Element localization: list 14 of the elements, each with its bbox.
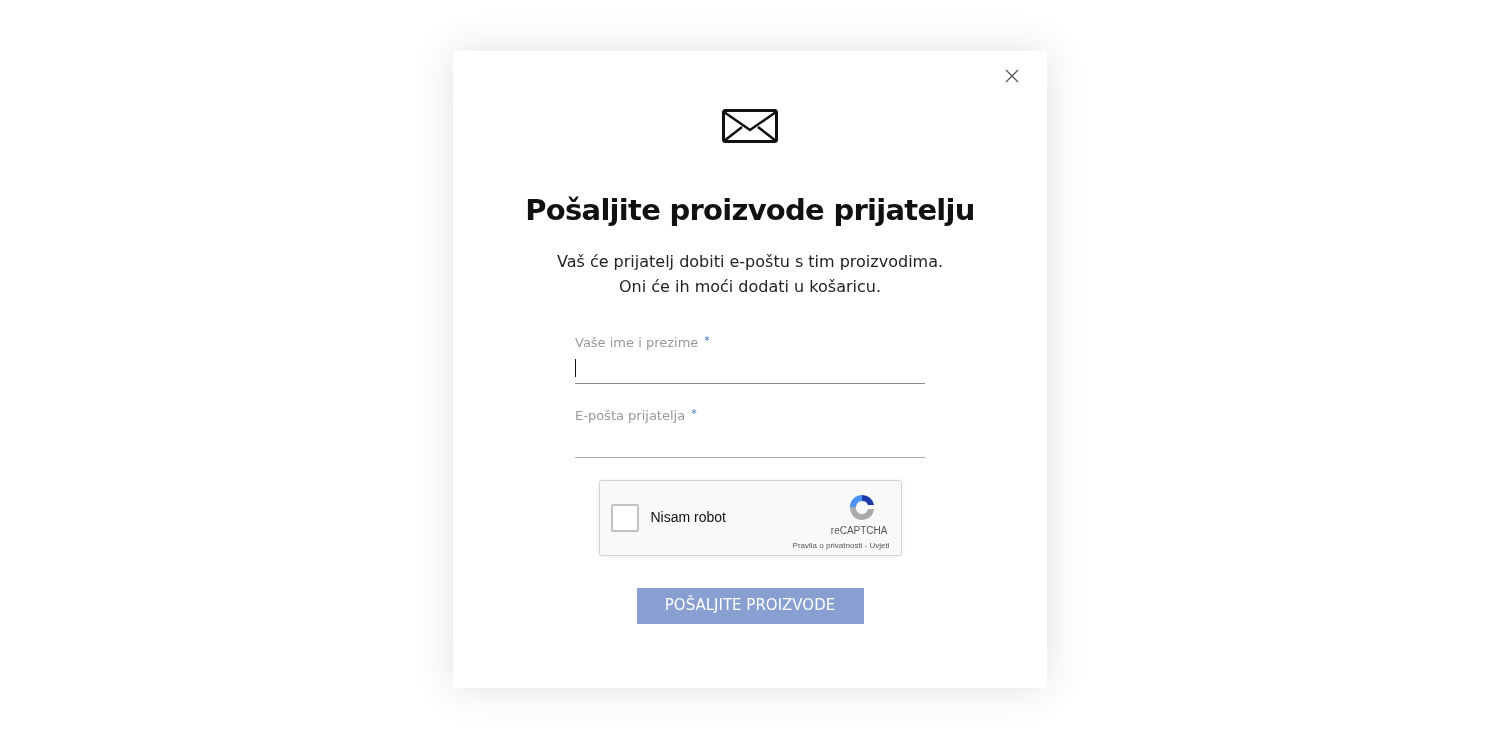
field-label: Vaše ime i prezime <box>575 333 699 352</box>
close-icon[interactable] <box>1005 69 1019 83</box>
dialog-title: Pošaljite proizvode prijatelju <box>525 192 975 229</box>
required-mark: * <box>704 332 710 349</box>
required-mark: * <box>691 406 697 422</box>
text-cursor <box>575 358 576 377</box>
description-text: Oni će ih moći dodati u košaricu. <box>619 275 881 298</box>
captcha-brand: reCAPTCHA <box>830 523 888 538</box>
envelope-icon <box>722 109 778 143</box>
captcha-label: Nisam robot <box>650 508 726 527</box>
description-text: Vaš će prijatelj dobiti e-poštu s tim proizvodima. <box>556 250 944 273</box>
captcha-links[interactable]: Pravila o privatnosti - Uvjeti <box>792 539 890 552</box>
captcha-checkbox[interactable] <box>610 503 639 532</box>
field-label: E-pošta prijatelja <box>575 407 686 425</box>
